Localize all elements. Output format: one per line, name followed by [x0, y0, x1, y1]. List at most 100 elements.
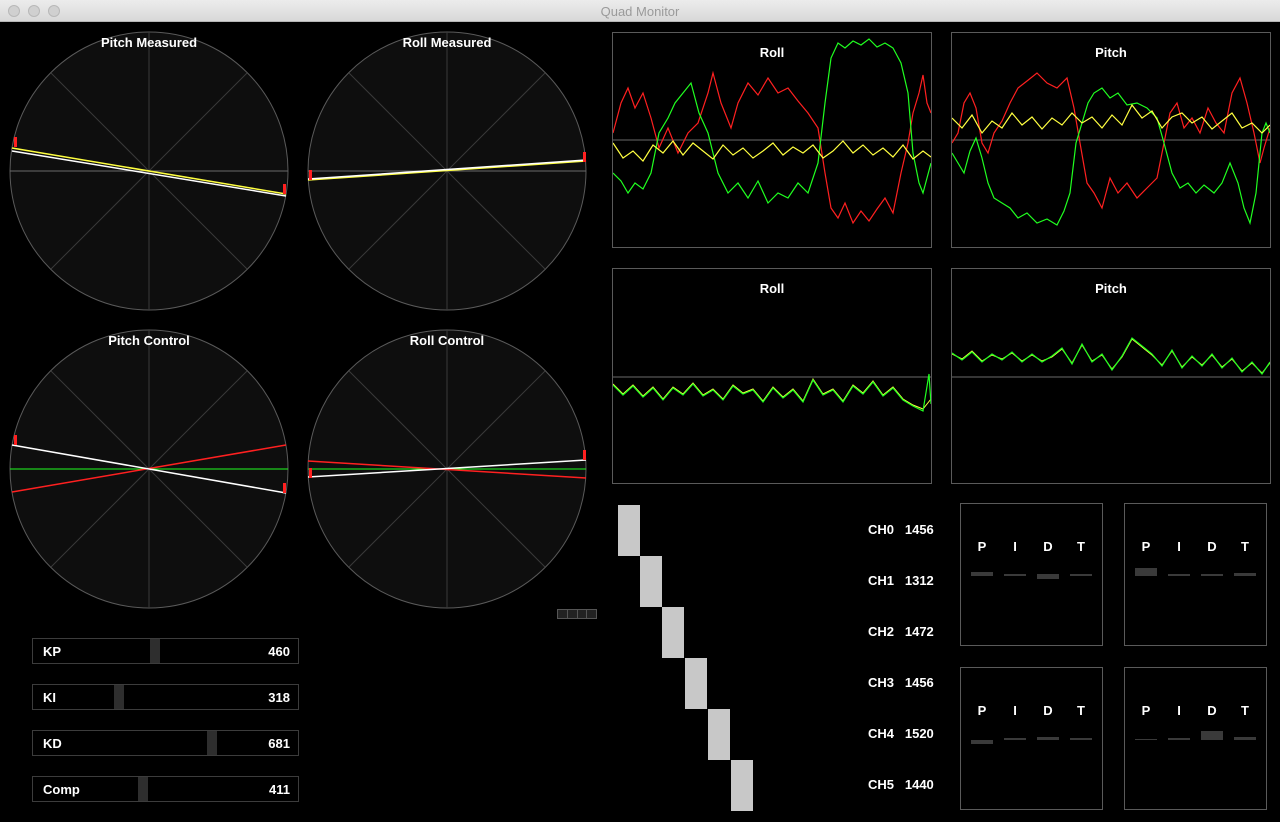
pid-letter-p: P	[1141, 703, 1151, 718]
channel-readout-ch1: CH1 1312	[868, 573, 934, 588]
channel-name: CH5	[868, 777, 895, 792]
pitch-measured-graph: Pitch	[951, 32, 1271, 248]
channel-readout-ch2: CH2 1472	[868, 624, 934, 639]
ki-slider-value: 318	[268, 690, 290, 705]
pitch-measured-dial: Pitch Measured	[0, 22, 298, 320]
pid-bar	[971, 572, 993, 576]
pid-letter-d: D	[1207, 539, 1217, 554]
kp-slider[interactable]: KP 460	[32, 638, 299, 664]
pitch-control-label: Pitch Control	[108, 333, 190, 348]
roll-control-dial-face	[307, 329, 587, 609]
kd-slider-handle[interactable]	[207, 731, 217, 755]
pid-panel: P I D T	[960, 503, 1103, 646]
window-titlebar: Quad Monitor	[0, 0, 1280, 22]
pid-letter-d: D	[1043, 703, 1053, 718]
channel-bar-ch3	[685, 658, 707, 709]
pitch-control-dial-face	[9, 329, 289, 609]
ki-slider[interactable]: KI 318	[32, 684, 299, 710]
roll-measured-label: Roll Measured	[402, 35, 492, 50]
kp-slider-label: KP	[43, 644, 62, 659]
pid-letter-d: D	[1043, 539, 1053, 554]
kd-slider-value: 681	[268, 736, 290, 751]
pid-panel: P I D T	[1124, 503, 1267, 646]
mini-button[interactable]	[558, 610, 568, 618]
ki-slider-handle[interactable]	[114, 685, 124, 709]
pitch-measured-dial-face	[9, 31, 289, 311]
channel-readout-ch4: CH4 1520	[868, 726, 934, 741]
pid-letter-t: T	[1077, 539, 1085, 554]
pid-letter-p: P	[977, 539, 987, 554]
ki-slider-label: KI	[43, 690, 56, 705]
channel-bar-ch0	[618, 505, 640, 556]
pid-bar	[1234, 573, 1256, 576]
channel-name: CH2	[868, 624, 895, 639]
comp-slider[interactable]: Comp 411	[32, 776, 299, 802]
roll-control-label: Roll Control	[409, 333, 485, 348]
pid-letter-t: T	[1241, 703, 1249, 718]
pid-letter-i: I	[1013, 539, 1017, 554]
pid-panel: P I D T	[960, 667, 1103, 810]
pid-bar	[1004, 738, 1026, 740]
channel-bar-ch5	[731, 760, 753, 811]
channel-readout-ch5: CH5 1440	[868, 777, 934, 792]
channel-value: 1520	[904, 726, 934, 741]
channel-bar-ch1	[640, 556, 662, 607]
pitch-control-graph-plot	[952, 337, 1270, 378]
pid-bar	[1168, 738, 1190, 740]
mini-button[interactable]	[568, 610, 578, 618]
mini-button[interactable]	[587, 610, 596, 618]
channel-value: 1440	[904, 777, 934, 792]
roll-control-graph-plot	[613, 373, 931, 412]
comp-slider-handle[interactable]	[138, 777, 148, 801]
roll-graph-plot	[613, 38, 931, 225]
graph-title: Roll	[759, 281, 785, 296]
channel-readout-ch0: CH0 1456	[868, 522, 934, 537]
roll-measured-dial-face	[307, 31, 587, 311]
pid-letter-i: I	[1013, 703, 1017, 718]
pid-bar	[1135, 568, 1157, 576]
pid-bar	[1201, 574, 1223, 576]
pitch-measured-label: Pitch Measured	[100, 35, 198, 50]
pid-letter-i: I	[1177, 539, 1181, 554]
comp-slider-label: Comp	[43, 782, 80, 797]
graph-title: Roll	[759, 45, 785, 60]
pid-letter-p: P	[1141, 539, 1151, 554]
kp-slider-handle[interactable]	[150, 639, 160, 663]
graph-title: Pitch	[1095, 45, 1127, 60]
pid-bar	[1168, 574, 1190, 576]
pid-bar	[1070, 738, 1092, 740]
pid-letter-t: T	[1241, 539, 1249, 554]
pitch-control-dial: Pitch Control	[0, 320, 298, 618]
pid-bar	[1070, 574, 1092, 576]
pid-bar	[1004, 574, 1026, 576]
graph-title: Pitch	[1095, 281, 1127, 296]
window-title: Quad Monitor	[600, 4, 680, 19]
channel-name: CH3	[868, 675, 895, 690]
pid-letter-t: T	[1077, 703, 1085, 718]
channel-value: 1472	[904, 624, 934, 639]
pitch-control-graph: Pitch	[951, 268, 1271, 484]
pid-letter-d: D	[1207, 703, 1217, 718]
channel-name: CH0	[868, 522, 895, 537]
mini-button-strip[interactable]	[557, 609, 597, 619]
pid-letter-i: I	[1177, 703, 1181, 718]
pid-bar	[971, 740, 993, 744]
channel-name: CH4	[868, 726, 895, 741]
roll-measured-dial: Roll Measured	[298, 22, 596, 320]
pitch-graph-plot	[952, 72, 1270, 226]
roll-measured-graph: Roll	[612, 32, 932, 248]
channel-value: 1312	[904, 573, 934, 588]
channel-name: CH1	[868, 573, 895, 588]
pid-bar	[1135, 739, 1157, 740]
pid-panel: P I D T	[1124, 667, 1267, 810]
pid-bar	[1201, 731, 1223, 740]
pid-bar	[1037, 574, 1059, 579]
pid-bar	[1234, 737, 1256, 740]
kp-slider-value: 460	[268, 644, 290, 659]
channel-bar-ch2	[662, 607, 684, 658]
mini-button[interactable]	[578, 610, 588, 618]
kd-slider[interactable]: KD 681	[32, 730, 299, 756]
roll-control-dial: Roll Control	[298, 320, 596, 618]
channel-value: 1456	[904, 522, 934, 537]
pid-letter-p: P	[977, 703, 987, 718]
